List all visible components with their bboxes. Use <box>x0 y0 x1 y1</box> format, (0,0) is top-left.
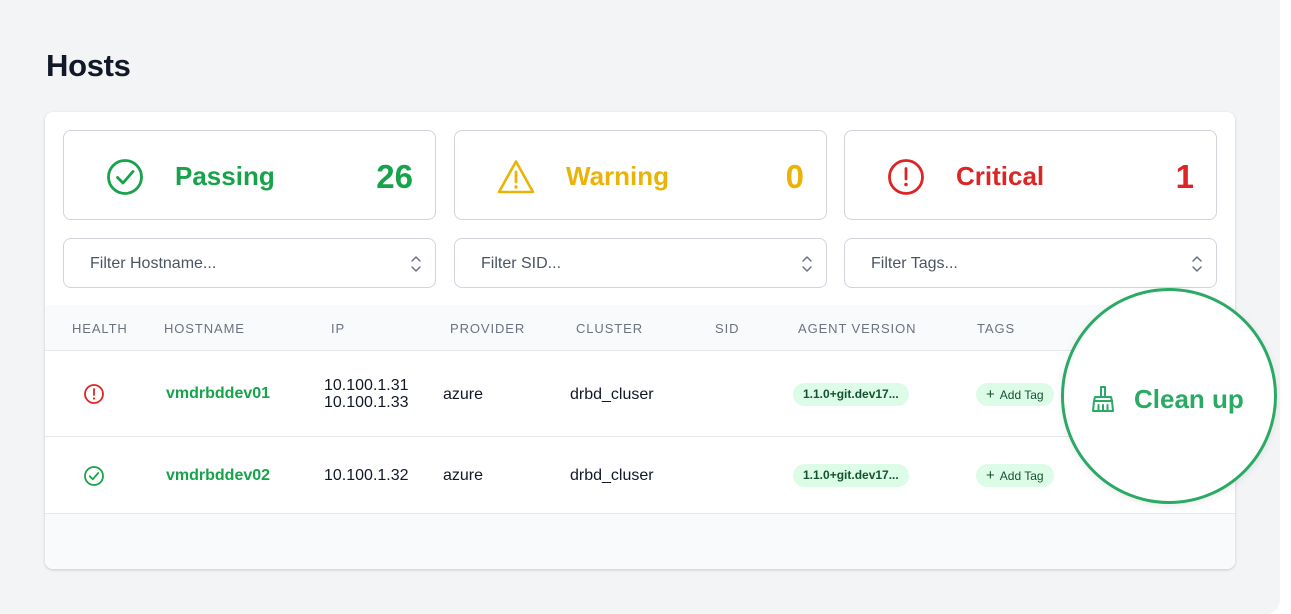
table-footer <box>45 514 1235 569</box>
page-title: Hosts <box>46 48 131 83</box>
column-header-ip: IP <box>331 321 346 336</box>
warning-count: 0 <box>785 158 804 195</box>
column-header-tags: Tags <box>977 321 1016 336</box>
chevron-up-down-icon <box>1192 256 1202 272</box>
column-header-sid: SID <box>715 321 740 336</box>
table-header: Health Hostname IP Provider Cluster SID … <box>45 305 1235 351</box>
column-header-health: Health <box>72 321 128 336</box>
broom-icon <box>1092 386 1114 412</box>
add-tag-button[interactable]: + Add Tag <box>976 464 1054 487</box>
hosts-page: Hosts Passing 26 Warning 0 Critical 1 Fi… <box>0 0 1280 614</box>
ip-address: 10.100.1.31 <box>324 377 409 394</box>
filter-hostname-placeholder: Filter Hostname... <box>90 255 217 272</box>
add-tag-label: Add Tag <box>999 388 1044 402</box>
exclamation-circle-icon <box>84 384 104 404</box>
agent-version-badge: 1.1.0+git.dev17... <box>793 383 909 406</box>
passing-count: 26 <box>376 158 413 195</box>
filter-sid-select[interactable]: Filter SID... <box>454 238 827 288</box>
hosts-panel: Passing 26 Warning 0 Critical 1 Filter H… <box>45 112 1235 569</box>
add-tag-button[interactable]: + Add Tag <box>976 383 1054 406</box>
agent-version-badge: 1.1.0+git.dev17... <box>793 464 909 487</box>
table-row: vmdrbddev01 10.100.1.31 10.100.1.33 azur… <box>45 351 1235 437</box>
check-circle-icon <box>107 159 143 195</box>
filter-hostname-select[interactable]: Filter Hostname... <box>63 238 436 288</box>
cleanup-button[interactable]: Clean up <box>1088 379 1244 419</box>
cleanup-label: Clean up <box>1134 383 1244 414</box>
plus-icon: + <box>986 386 995 403</box>
filter-tags-placeholder: Filter Tags... <box>871 255 958 272</box>
warning-label: Warning <box>566 161 670 191</box>
chevron-up-down-icon <box>411 256 421 272</box>
column-header-provider: Provider <box>450 321 526 336</box>
ip-address: 10.100.1.33 <box>324 394 409 411</box>
passing-card[interactable]: Passing 26 <box>63 130 436 220</box>
warning-card[interactable]: Warning 0 <box>454 130 827 220</box>
ip-cell: 10.100.1.32 <box>324 467 409 484</box>
provider-cell: azure <box>443 467 484 484</box>
passing-label: Passing <box>175 161 275 191</box>
cleanup-spotlight: Clean up <box>1061 288 1277 504</box>
exclamation-circle-icon <box>888 159 924 195</box>
ip-address: 10.100.1.32 <box>324 467 409 484</box>
critical-count: 1 <box>1175 158 1194 195</box>
check-circle-icon <box>84 466 104 486</box>
column-header-hostname: Hostname <box>164 321 245 336</box>
chevron-up-down-icon <box>802 256 812 272</box>
column-header-cluster: Cluster <box>576 321 643 336</box>
table-row: vmdrbddev02 10.100.1.32 azure drbd_cluse… <box>45 437 1235 514</box>
ip-cell: 10.100.1.31 10.100.1.33 <box>324 377 409 411</box>
critical-label: Critical <box>956 161 1045 191</box>
warning-triangle-icon <box>497 160 535 194</box>
critical-card[interactable]: Critical 1 <box>844 130 1217 220</box>
cluster-cell: drbd_cluser <box>570 386 654 403</box>
filter-sid-placeholder: Filter SID... <box>481 255 562 272</box>
plus-icon: + <box>986 467 995 484</box>
cluster-cell: drbd_cluser <box>570 467 654 484</box>
add-tag-label: Add Tag <box>999 469 1044 483</box>
provider-cell: azure <box>443 386 484 403</box>
column-header-agent-version: Agent Version <box>798 321 917 336</box>
hostname-link[interactable]: vmdrbddev01 <box>166 385 270 403</box>
hostname-link[interactable]: vmdrbddev02 <box>166 467 270 485</box>
filter-tags-select[interactable]: Filter Tags... <box>844 238 1217 288</box>
